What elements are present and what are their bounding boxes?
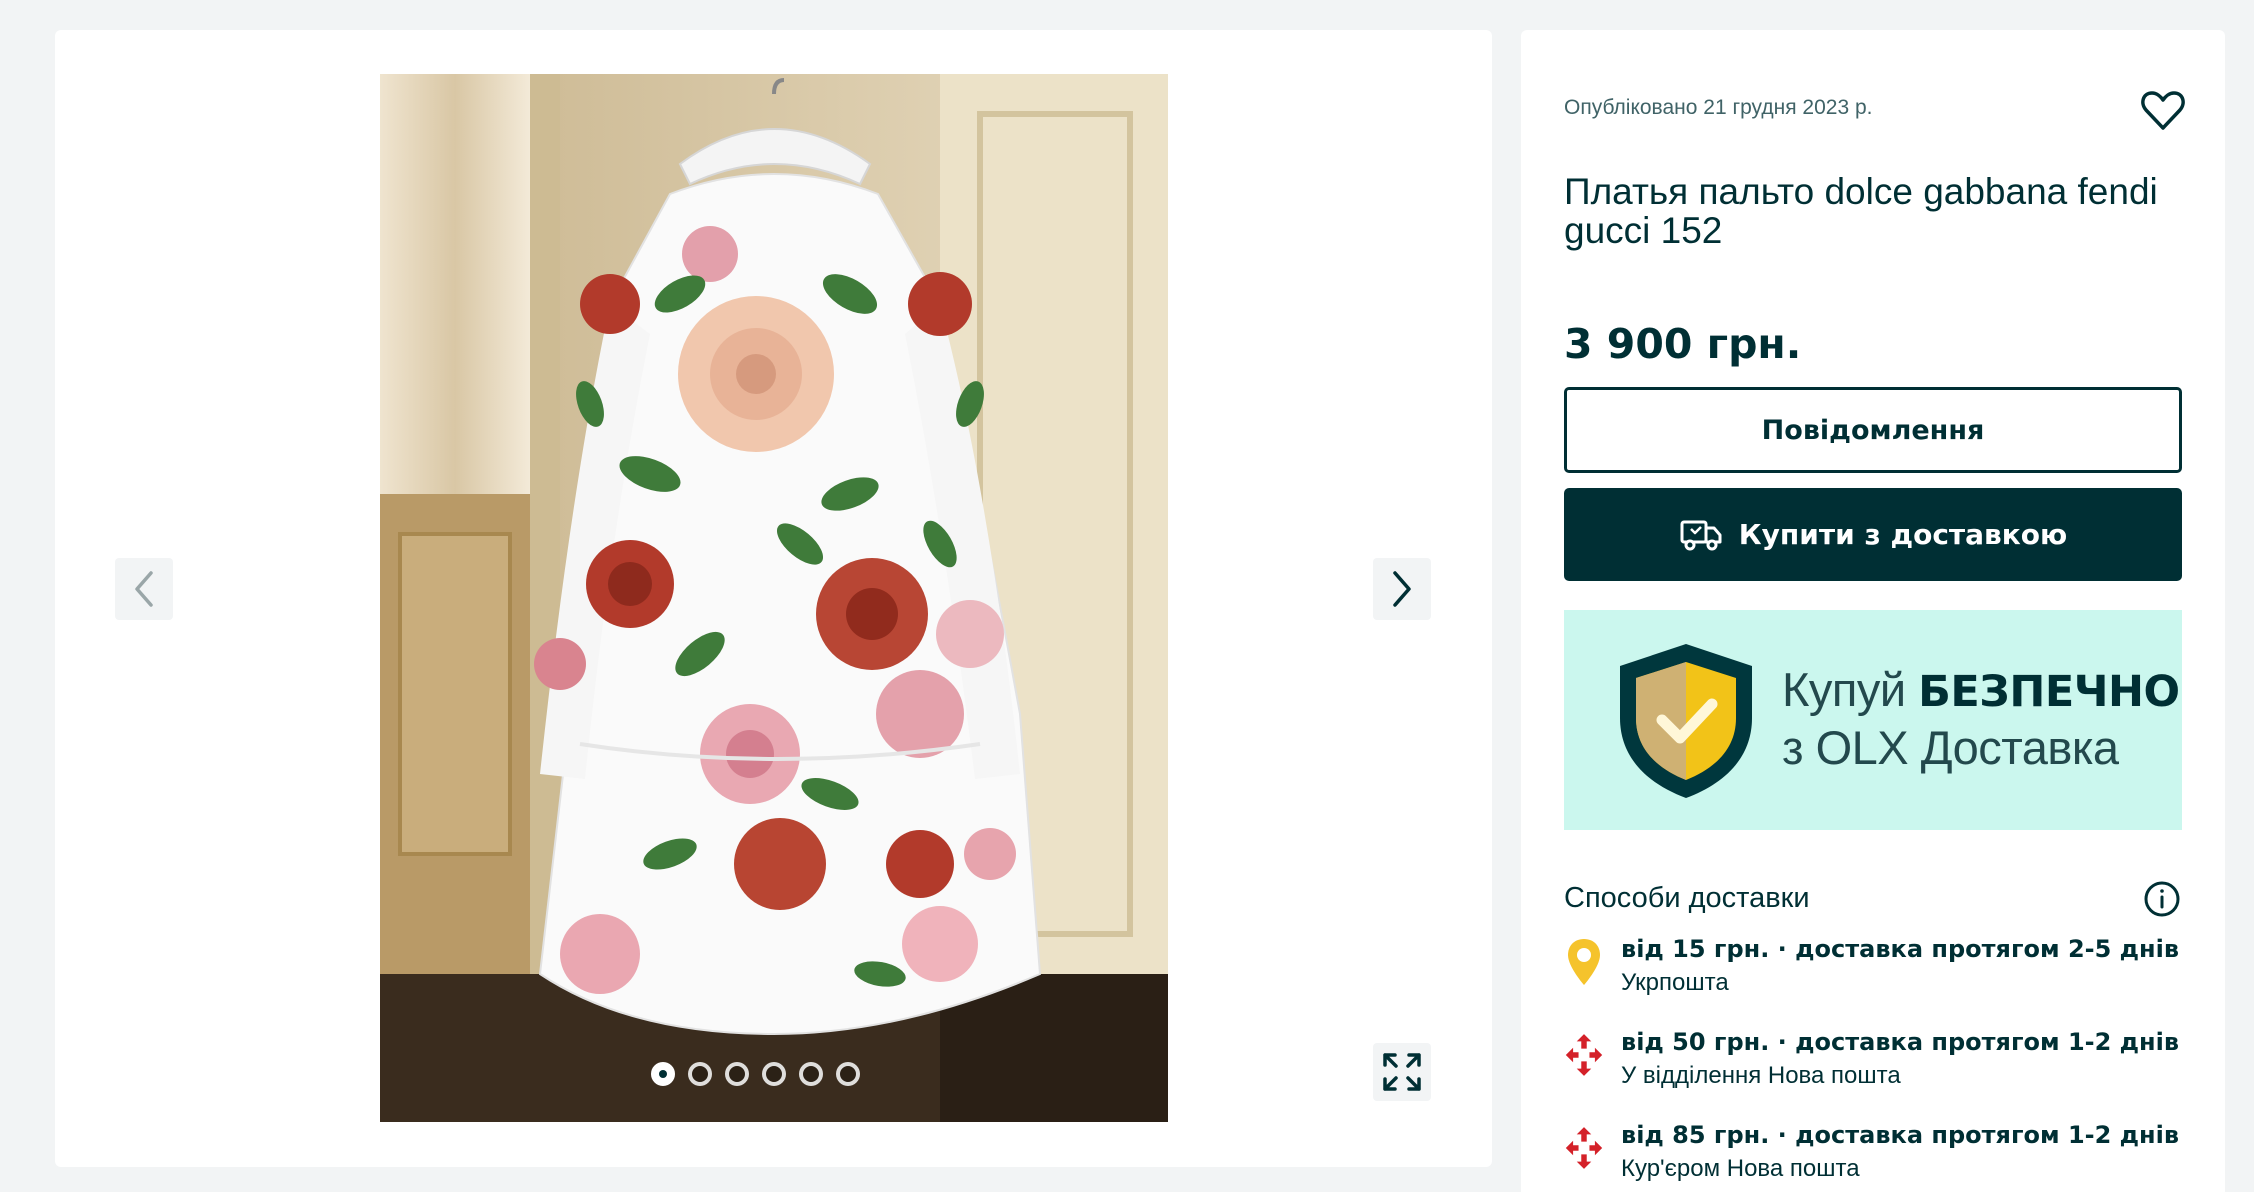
delivery-option-summary: від 85 грн. · доставка протягом 1-2 днів bbox=[1621, 1121, 2180, 1149]
buy-with-delivery-button[interactable]: Купити з доставкою bbox=[1564, 488, 2182, 581]
photo-dot[interactable] bbox=[725, 1062, 749, 1086]
delivery-option-summary: від 15 грн. · доставка протягом 2-5 днів bbox=[1621, 935, 2180, 963]
message-button[interactable]: Повідомлення bbox=[1564, 387, 2182, 473]
product-photo[interactable] bbox=[380, 74, 1168, 1122]
promo-line1-prefix: Купуй bbox=[1782, 663, 1906, 716]
photo-dot[interactable] bbox=[688, 1062, 712, 1086]
published-date: Опубліковано 21 грудня 2023 р. bbox=[1564, 96, 1873, 119]
listing-title: Платья пальто dolce gabbana fendi gucci … bbox=[1564, 171, 2158, 251]
photo-dot[interactable] bbox=[762, 1062, 786, 1086]
delivery-option-summary: від 50 грн. · доставка протягом 1-2 днів bbox=[1621, 1028, 2180, 1056]
nova-poshta-icon bbox=[1565, 1127, 1603, 1169]
heart-icon[interactable] bbox=[2140, 88, 2186, 134]
photo-pagination bbox=[651, 1062, 860, 1086]
delivery-option-provider: У відділення Нова пошта bbox=[1621, 1062, 1901, 1089]
next-photo-button[interactable] bbox=[1373, 558, 1431, 620]
listing-details: Опубліковано 21 грудня 2023 р. Платья па… bbox=[1521, 30, 2225, 1192]
delivery-methods-title: Способи доставки bbox=[1564, 882, 1810, 914]
promo-line2: з OLX Доставка bbox=[1782, 721, 2119, 774]
previous-photo-button[interactable] bbox=[115, 558, 173, 620]
photo-dot[interactable] bbox=[836, 1062, 860, 1086]
listing-price: 3 900 грн. bbox=[1564, 320, 1802, 368]
buy-button-label: Купити з доставкою bbox=[1738, 518, 2068, 551]
delivery-option-provider: Кур'єром Нова пошта bbox=[1621, 1155, 1860, 1182]
promo-text: Купуй БЕЗПЕЧНО з OLX Доставка bbox=[1782, 662, 2180, 776]
expand-icon bbox=[1383, 1053, 1421, 1091]
shield-check-icon bbox=[1620, 644, 1752, 798]
photo-dot[interactable] bbox=[799, 1062, 823, 1086]
info-icon[interactable] bbox=[2142, 879, 2182, 919]
message-button-label: Повідомлення bbox=[1761, 414, 1985, 446]
photo-gallery bbox=[55, 30, 1492, 1167]
olx-delivery-banner[interactable]: Купуй БЕЗПЕЧНО з OLX Доставка bbox=[1564, 610, 2182, 830]
delivery-truck-icon bbox=[1680, 520, 1722, 550]
ukrposhta-pin-icon bbox=[1568, 939, 1600, 985]
delivery-option-provider: Укрпошта bbox=[1621, 969, 1729, 996]
chevron-left-icon bbox=[135, 571, 153, 607]
promo-line1-bold: БЕЗПЕЧНО bbox=[1918, 667, 2180, 717]
chevron-right-icon bbox=[1393, 571, 1411, 607]
fullscreen-button[interactable] bbox=[1373, 1043, 1431, 1101]
nova-poshta-icon bbox=[1565, 1034, 1603, 1076]
photo-dot[interactable] bbox=[651, 1062, 675, 1086]
